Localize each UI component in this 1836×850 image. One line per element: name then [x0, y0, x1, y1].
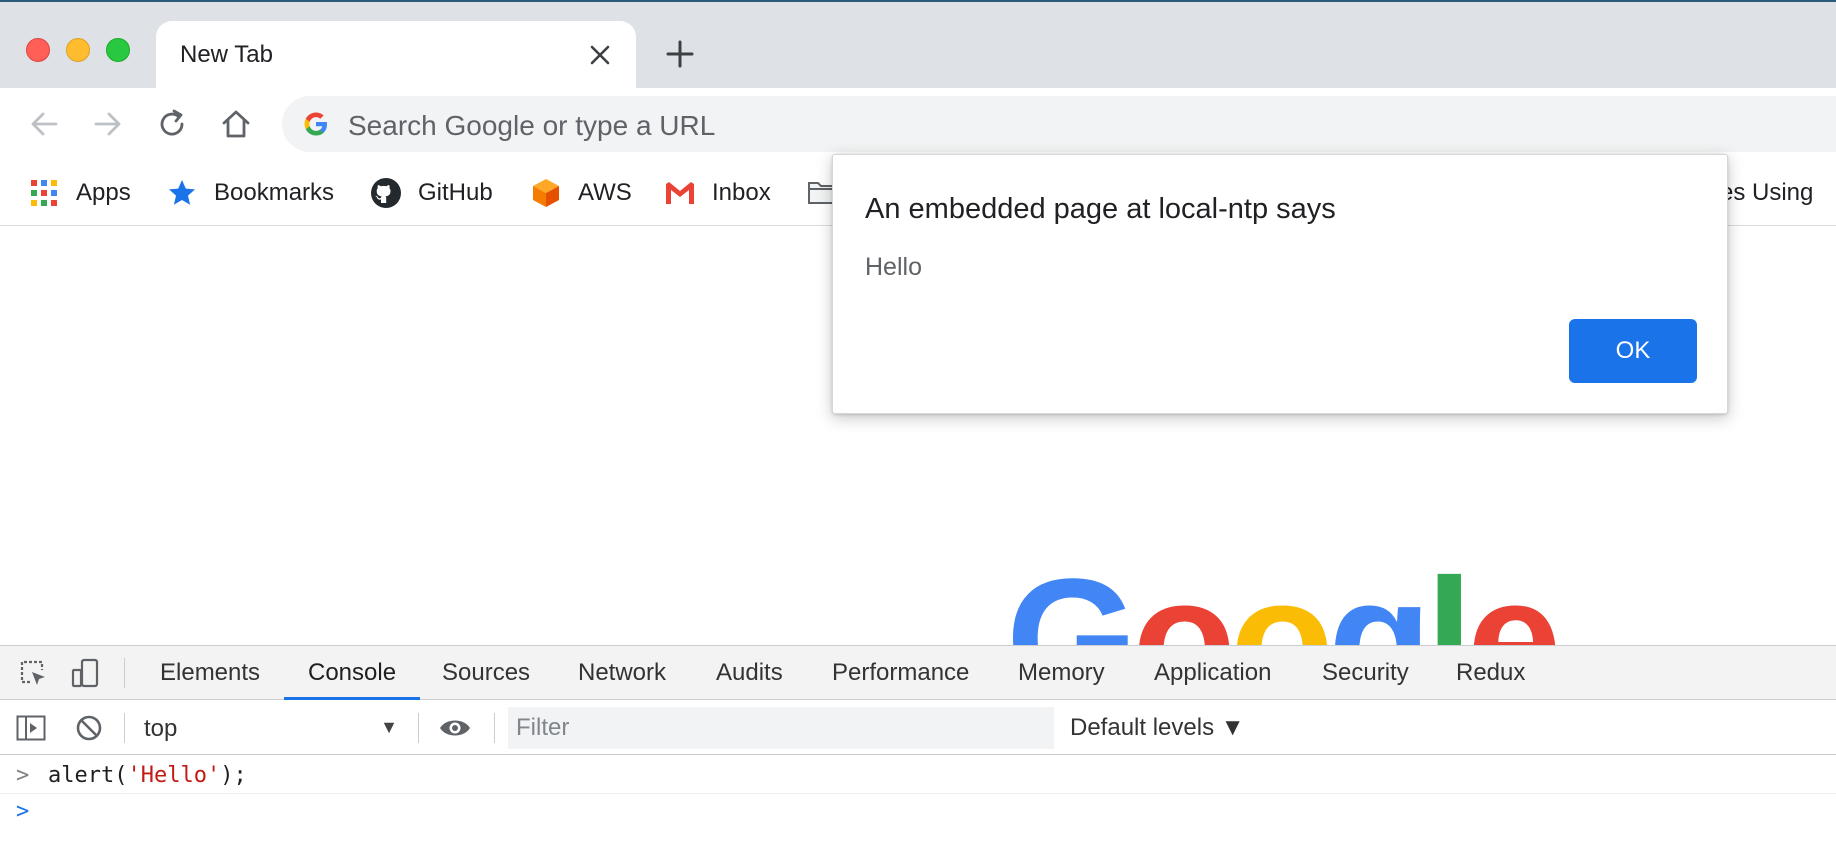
console-prompt: >	[16, 763, 30, 788]
dialog-message: Hello	[865, 253, 922, 281]
bookmark-inbox[interactable]: Inbox	[664, 170, 771, 216]
console-input-line[interactable]: >	[0, 794, 1836, 830]
tab-network[interactable]: Network	[578, 646, 666, 700]
tab-title: New Tab	[180, 41, 273, 68]
console-prompt: >	[16, 799, 30, 824]
console-output[interactable]: > alert('Hello'); >	[0, 756, 1836, 850]
tab-sources[interactable]: Sources	[442, 646, 530, 700]
star-icon	[166, 177, 198, 209]
dialog-title: An embedded page at local-ntp says	[865, 193, 1336, 225]
tab-security[interactable]: Security	[1322, 646, 1409, 700]
aws-icon	[530, 177, 562, 209]
ok-button[interactable]: OK	[1569, 319, 1697, 383]
omnibox[interactable]: Search Google or type a URL	[282, 96, 1836, 152]
log-levels-dropdown[interactable]: Default levels ▼	[1070, 707, 1245, 749]
home-icon[interactable]	[212, 100, 260, 148]
bookmark-github[interactable]: GitHub	[370, 170, 493, 216]
logo-letter: g	[1328, 547, 1426, 645]
window-minimize-button[interactable]	[66, 38, 90, 62]
toolbar-divider	[124, 713, 125, 743]
omnibox-placeholder: Search Google or type a URL	[348, 110, 716, 141]
devtools-tab-bar: Elements Console Sources Network Audits …	[0, 646, 1836, 700]
google-g-icon	[302, 110, 330, 138]
console-code: alert('Hello');	[48, 758, 247, 794]
bookmark-aws[interactable]: AWS	[530, 170, 632, 216]
gmail-icon	[664, 177, 696, 209]
logo-letter: l	[1426, 547, 1467, 645]
toolbar-divider	[124, 658, 125, 688]
tab-application[interactable]: Application	[1154, 646, 1271, 700]
logo-letter: o	[1230, 547, 1328, 645]
bookmark-label: Bookmarks	[214, 179, 335, 206]
clear-console-icon[interactable]	[72, 711, 106, 745]
tab-elements[interactable]: Elements	[160, 646, 260, 700]
bookmark-label: AWS	[578, 179, 632, 206]
tab-performance[interactable]: Performance	[832, 646, 969, 700]
window-maximize-button[interactable]	[106, 38, 130, 62]
toolbar-divider	[494, 713, 495, 743]
show-sidebar-icon[interactable]	[14, 711, 48, 745]
dropdown-caret-icon: ▼	[380, 717, 398, 737]
tab-redux[interactable]: Redux	[1456, 646, 1525, 700]
plus-icon[interactable]	[662, 36, 698, 72]
bookmark-label: GitHub	[418, 179, 493, 206]
tab-new-tab[interactable]: New Tab	[156, 21, 636, 90]
logo-letter: G	[1006, 547, 1132, 645]
bookmark-apps[interactable]: Apps	[28, 170, 131, 216]
github-icon	[370, 177, 402, 209]
tab-memory[interactable]: Memory	[1018, 646, 1105, 700]
window-close-button[interactable]	[26, 38, 50, 62]
bookmark-label: Inbox	[712, 179, 771, 206]
bookmark-label: Apps	[76, 179, 131, 206]
reload-icon[interactable]	[148, 100, 196, 148]
tab-audits[interactable]: Audits	[716, 646, 783, 700]
code-text: );	[220, 763, 247, 788]
code-string: 'Hello'	[127, 763, 221, 788]
bookmark-bookmarks[interactable]: Bookmarks	[166, 170, 334, 216]
google-logo: Google	[1006, 547, 1562, 645]
tab-strip: New Tab	[0, 0, 1836, 90]
context-selector[interactable]: top ▼	[134, 707, 408, 749]
devtools-panel: Elements Console Sources Network Audits …	[0, 645, 1836, 850]
console-line: > alert('Hello');	[0, 758, 1836, 794]
console-toolbar: top ▼ Default levels ▼	[0, 701, 1836, 755]
eye-icon[interactable]	[438, 711, 472, 745]
code-text: alert(	[48, 763, 128, 788]
logo-letter: e	[1467, 547, 1556, 645]
console-filter-input[interactable]	[508, 707, 1054, 749]
device-toolbar-icon[interactable]	[68, 656, 102, 690]
close-icon[interactable]	[582, 37, 618, 73]
apps-grid-icon	[28, 177, 60, 209]
context-selector-value: top	[144, 715, 178, 742]
alert-dialog: An embedded page at local-ntp says Hello…	[832, 154, 1728, 414]
toolbar-divider	[418, 713, 419, 743]
tab-console[interactable]: Console	[284, 646, 421, 700]
logo-letter: o	[1132, 547, 1230, 645]
back-arrow-icon[interactable]	[20, 100, 68, 148]
google-logo-text: Google	[1006, 547, 1556, 645]
forward-arrow-icon[interactable]	[84, 100, 132, 148]
inspect-element-icon[interactable]	[16, 656, 50, 690]
browser-toolbar: Search Google or type a URL	[0, 88, 1836, 160]
